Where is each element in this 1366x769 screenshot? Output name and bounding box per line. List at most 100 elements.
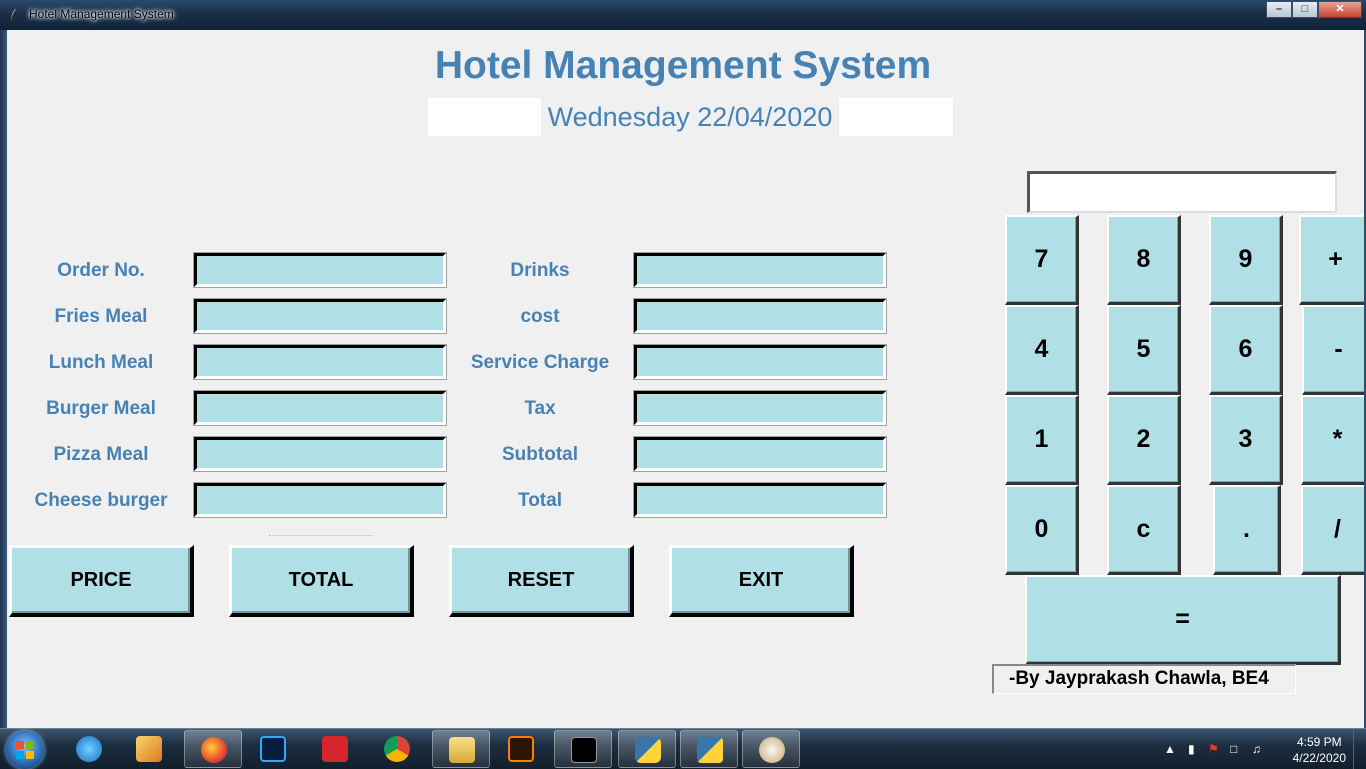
focus-indicator [269, 535, 373, 536]
taskbar-illustrator[interactable] [492, 730, 550, 768]
start-button[interactable] [6, 731, 44, 769]
calc-key-multiply[interactable]: * [1301, 395, 1364, 485]
price-button[interactable]: PRICE [9, 545, 194, 617]
total-button[interactable]: TOTAL [229, 545, 414, 617]
calc-key-4[interactable]: 4 [1005, 305, 1079, 395]
subtotal-input[interactable] [633, 436, 887, 472]
page-title: Hotel Management System [434, 44, 932, 87]
taskbar-sketchup[interactable] [306, 730, 364, 768]
burger-meal-label: Burger Meal [46, 398, 156, 419]
taskbar-python-idle[interactable] [680, 730, 738, 768]
calc-key-divide[interactable]: / [1301, 485, 1364, 575]
folder-icon [449, 737, 475, 763]
windows-logo-icon [16, 741, 34, 759]
title-bar: Hotel Management System – □ ✕ [0, 0, 1366, 30]
firefox-icon [201, 737, 227, 763]
fries-meal-input[interactable] [193, 298, 447, 334]
service-charge-input[interactable] [633, 344, 887, 380]
taskbar-file-explorer[interactable] [432, 730, 490, 768]
calculator-display[interactable] [1027, 171, 1337, 213]
service-charge-label: Service Charge [470, 352, 610, 373]
calc-key-5[interactable]: 5 [1107, 305, 1181, 395]
exit-button[interactable]: EXIT [669, 545, 854, 617]
cost-input[interactable] [633, 298, 887, 334]
window-frame-left [0, 30, 7, 728]
calc-key-6[interactable]: 6 [1209, 305, 1283, 395]
pizza-meal-label: Pizza Meal [53, 444, 149, 465]
python-idle-icon [697, 737, 723, 763]
taskbar-internet-explorer[interactable] [60, 730, 118, 768]
tax-label: Tax [524, 398, 556, 419]
media-player-icon [136, 736, 162, 762]
cheese-burger-label: Cheese burger [34, 490, 168, 511]
close-button[interactable]: ✕ [1318, 1, 1362, 18]
command-prompt-icon [571, 737, 597, 763]
close-icon: ✕ [1335, 3, 1345, 15]
order-no-label: Order No. [57, 260, 145, 281]
calc-key-7[interactable]: 7 [1005, 215, 1079, 305]
clock-date: 4/22/2020 [1292, 751, 1346, 765]
date-pad-left [428, 98, 541, 136]
maximize-button[interactable]: □ [1292, 1, 1318, 18]
date-label: Wednesday 22/04/2020 [547, 102, 833, 132]
tax-input[interactable] [633, 390, 887, 426]
calc-key-equals[interactable]: = [1025, 575, 1341, 665]
taskbar-media-player[interactable] [120, 730, 178, 768]
show-hidden-icons-icon[interactable]: ▲ [1164, 742, 1176, 756]
clock-time: 4:59 PM [1296, 735, 1342, 749]
calc-key-3[interactable]: 3 [1209, 395, 1283, 485]
window-controls: – □ ✕ [1266, 1, 1362, 18]
author-credit: -By Jayprakash Chawla, BE4 [992, 664, 1296, 694]
action-center-icon[interactable]: ⚑ [1208, 742, 1219, 756]
illustrator-icon [508, 736, 534, 762]
calc-key-8[interactable]: 8 [1107, 215, 1181, 305]
drinks-label: Drinks [510, 260, 570, 281]
minimize-icon: – [1275, 3, 1283, 15]
internet-explorer-icon [76, 736, 102, 762]
calc-key-0[interactable]: 0 [1005, 485, 1079, 575]
cost-label: cost [520, 306, 560, 327]
total-label: Total [518, 490, 562, 511]
order-no-input[interactable] [193, 252, 447, 288]
sketchup-icon [322, 736, 348, 762]
calc-key-1[interactable]: 1 [1005, 395, 1079, 485]
calc-key-9[interactable]: 9 [1209, 215, 1283, 305]
lunch-meal-input[interactable] [193, 344, 447, 380]
show-desktop-button[interactable] [1353, 729, 1366, 769]
maximize-icon: □ [1301, 3, 1309, 15]
photoshop-icon [260, 736, 286, 762]
taskbar-paint[interactable] [742, 730, 800, 768]
date-banner: Wednesday 22/04/2020 [428, 98, 953, 136]
network-icon[interactable]: ▮ [1188, 742, 1195, 756]
drinks-input[interactable] [633, 252, 887, 288]
app-client-area: Hotel Management System Wednesday 22/04/… [7, 30, 1364, 728]
power-icon[interactable]: □ [1230, 742, 1237, 756]
cheese-burger-input[interactable] [193, 482, 447, 518]
volume-icon[interactable]: ♫ [1252, 742, 1261, 756]
taskbar-firefox[interactable] [184, 730, 242, 768]
taskbar-photoshop[interactable] [244, 730, 302, 768]
reset-button[interactable]: RESET [449, 545, 634, 617]
total-input[interactable] [633, 482, 887, 518]
clock[interactable]: 4:59 PM 4/22/2020 [1293, 734, 1346, 766]
calc-key-clear[interactable]: c [1107, 485, 1181, 575]
burger-meal-input[interactable] [193, 390, 447, 426]
minimize-button[interactable]: – [1266, 1, 1292, 18]
app-feather-icon [10, 6, 20, 21]
taskbar-python-launcher[interactable] [618, 730, 676, 768]
calc-key-minus[interactable]: - [1302, 305, 1364, 395]
calc-key-plus[interactable]: + [1299, 215, 1364, 305]
calc-key-2[interactable]: 2 [1107, 395, 1181, 485]
chrome-icon [384, 736, 410, 762]
taskbar: ▲ ▮ ⚑ □ ♫ 4:59 PM 4/22/2020 [0, 728, 1366, 769]
subtotal-label: Subtotal [502, 444, 578, 465]
taskbar-chrome[interactable] [368, 730, 426, 768]
taskbar-command-prompt[interactable] [554, 730, 612, 768]
system-tray: ▲ ▮ ⚑ □ ♫ 4:59 PM 4/22/2020 [1146, 729, 1366, 769]
calc-key-decimal[interactable]: . [1213, 485, 1281, 575]
window-title: Hotel Management System [29, 7, 174, 21]
date-pad-right [839, 98, 953, 136]
fries-meal-label: Fries Meal [54, 306, 148, 327]
paint-icon [759, 737, 785, 763]
pizza-meal-input[interactable] [193, 436, 447, 472]
